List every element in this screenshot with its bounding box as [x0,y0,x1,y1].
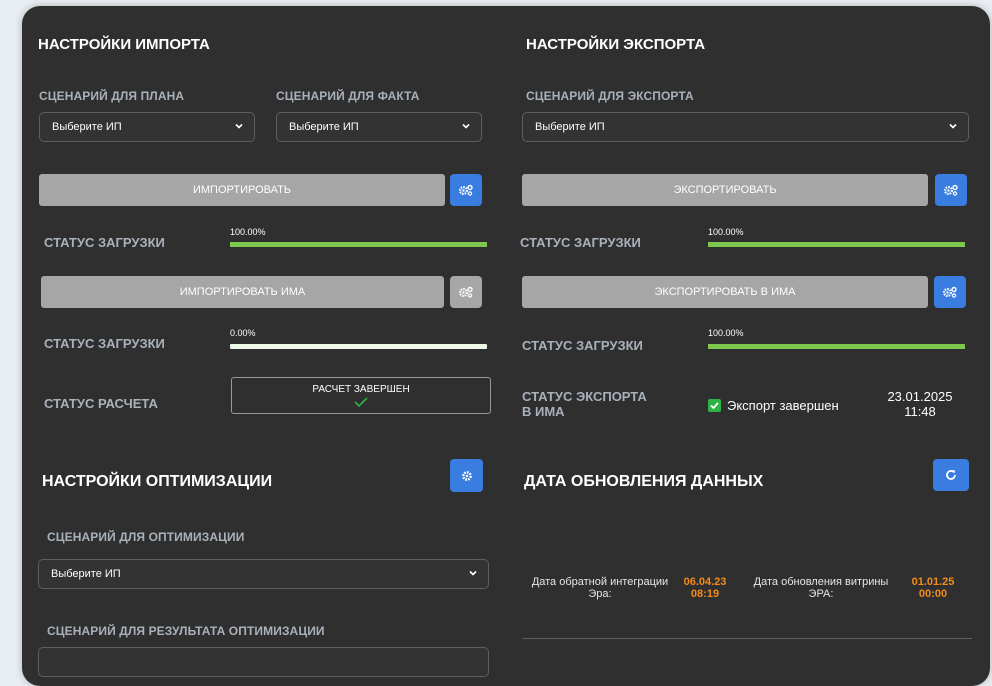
export-scenario-select[interactable]: Выберите ИП [522,112,969,142]
optimization-scenario-label: СЦЕНАРИЙ ДЛЯ ОПТИМИЗАЦИИ [47,530,245,544]
fact-select-value: Выберите ИП [289,121,359,133]
ima-export-datetime: 23.01.2025 11:48 [880,389,960,419]
export-progress-fill [708,242,965,247]
optimization-title: НАСТРОЙКИ ОПТИМИЗАЦИИ [42,473,273,490]
reverse-integration-label: Дата обратной интеграции Эра: [520,576,680,600]
ima-export-time: 11:48 [904,404,936,419]
reverse-integration-label-line2: Эра: [588,588,612,600]
reverse-integration-datetime: 06.04.23 08:19 [680,576,730,600]
divider [522,638,972,639]
import-ima-settings-button[interactable] [450,276,482,308]
gears-icon [458,286,473,298]
import-title: НАСТРОЙКИ ИМПОРТА [38,36,210,53]
data-update-title: ДАТА ОБНОВЛЕНИЯ ДАННЫХ [524,473,764,490]
showcase-update-label: Дата обновления витрины ЭРА: [746,576,896,600]
import-ima-status-label: СТАТУС ЗАГРУЗКИ [44,336,165,351]
ima-export-status-text: Экспорт завершен [727,398,839,413]
plan-scenario-select[interactable]: Выберите ИП [39,112,255,142]
export-ima-status-value: 100.00% [708,328,744,338]
showcase-update-label-line1: Дата обновления витрины [753,576,889,588]
chevron-down-icon [462,123,470,129]
gears-icon [458,184,473,196]
reverse-integration-date: 06.04.23 [683,576,727,588]
export-progress-track [708,242,965,247]
export-select-value: Выберите ИП [535,121,605,133]
optimization-settings-button[interactable] [450,459,483,492]
reverse-integration-time: 08:19 [690,588,720,600]
ima-export-status-label: СТАТУС ЭКСПОРТА В ИМА [522,389,647,419]
export-title: НАСТРОЙКИ ЭКСПОРТА [526,36,706,53]
import-progress-track [230,242,487,247]
ima-export-status-label-line2: В ИМА [522,404,565,419]
import-ima-button[interactable]: ИМПОРТИРОВАТЬ ИМА [41,276,444,308]
showcase-update-time: 00:00 [918,588,948,600]
gears-icon [943,184,958,196]
chevron-down-icon [949,123,957,129]
optimization-result-select[interactable] [38,647,489,677]
import-ima-progress-track [230,344,487,349]
showcase-update-datetime: 01.01.25 00:00 [908,576,958,600]
checkbox-checked-icon [708,399,721,412]
calc-status-label: СТАТУС РАСЧЕТА [44,396,158,411]
export-button[interactable]: ЭКСПОРТИРОВАТЬ [522,174,928,206]
fact-scenario-select[interactable]: Выберите ИП [276,112,482,142]
export-ima-progress-track [708,344,965,349]
ima-export-status: Экспорт завершен [708,398,839,413]
import-button[interactable]: ИМПОРТИРОВАТЬ [39,174,445,206]
optimization-select-value: Выберите ИП [51,568,121,580]
export-status-label: СТАТУС ЗАГРУЗКИ [520,235,641,250]
calc-status-text: РАСЧЕТ ЗАВЕРШЕН [312,384,410,395]
refresh-button[interactable] [933,459,969,491]
import-settings-button[interactable] [450,174,482,206]
export-ima-settings-button[interactable] [934,276,966,308]
settings-panel: НАСТРОЙКИ ИМПОРТА СЦЕНАРИЙ ДЛЯ ПЛАНА СЦЕ… [22,6,990,686]
reverse-integration-label-line1: Дата обратной интеграции [531,576,669,588]
export-scenario-label: СЦЕНАРИЙ ДЛЯ ЭКСПОРТА [526,89,694,103]
plan-select-value: Выберите ИП [52,121,122,133]
calc-status-box: РАСЧЕТ ЗАВЕРШЕН [231,377,491,414]
import-progress-fill [230,242,487,247]
chevron-down-icon [235,123,243,129]
import-status-value: 100.00% [230,227,266,237]
export-settings-button[interactable] [935,174,967,206]
gear-icon [461,470,472,481]
gears-icon [942,286,957,298]
ima-export-status-label-line1: СТАТУС ЭКСПОРТА [522,389,647,404]
import-ima-status-value: 0.00% [230,328,256,338]
ima-export-date: 23.01.2025 [887,389,953,404]
export-ima-status-label: СТАТУС ЗАГРУЗКИ [522,338,643,353]
check-icon [354,397,368,408]
plan-scenario-label: СЦЕНАРИЙ ДЛЯ ПЛАНА [39,89,185,103]
export-ima-progress-fill [708,344,965,349]
showcase-update-label-line2: ЭРА: [808,588,834,600]
export-status-value: 100.00% [708,227,744,237]
optimization-scenario-select[interactable]: Выберите ИП [38,559,489,589]
export-ima-button[interactable]: ЭКСПОРТИРОВАТЬ В ИМА [522,276,928,308]
chevron-down-icon [469,570,477,576]
import-status-label: СТАТУС ЗАГРУЗКИ [44,235,165,250]
optimization-result-label: СЦЕНАРИЙ ДЛЯ РЕЗУЛЬТАТА ОПТИМИЗАЦИИ [47,624,325,638]
showcase-update-date: 01.01.25 [911,576,955,588]
fact-scenario-label: СЦЕНАРИЙ ДЛЯ ФАКТА [276,89,420,103]
refresh-icon [946,470,956,480]
